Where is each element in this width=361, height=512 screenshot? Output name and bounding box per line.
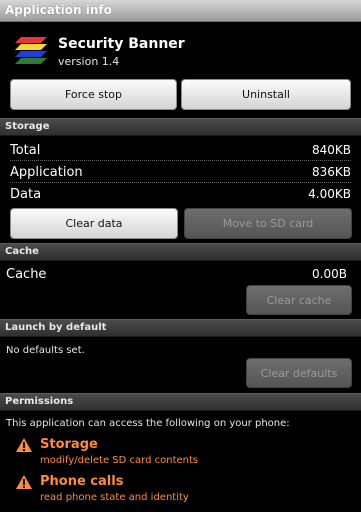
warning-icon [16, 475, 32, 489]
cache-value: 0.00B [312, 267, 347, 281]
cache-header-label: Cache [5, 246, 39, 257]
storage-row-data: Data 4.00KB [0, 185, 361, 207]
launch-default-header-label: Launch by default [5, 322, 107, 333]
app-name: Security Banner [58, 36, 185, 52]
launch-default-section-header: Launch by default [0, 319, 361, 337]
permissions-header-label: Permissions [5, 396, 74, 407]
force-stop-button[interactable]: Force stop [10, 79, 177, 110]
permission-phone-calls-desc: read phone state and identity [40, 492, 189, 503]
app-icon [15, 37, 47, 64]
storage-total-value: 840KB [311, 143, 351, 157]
no-defaults-text: No defaults set. [6, 345, 85, 356]
row-divider [10, 182, 351, 183]
move-to-sd-label: Move to SD card [222, 217, 314, 230]
storage-data-label: Data [10, 187, 42, 202]
clear-defaults-label: Clear defaults [260, 366, 338, 380]
storage-total-label: Total [10, 143, 41, 158]
force-stop-label: Force stop [64, 88, 122, 101]
storage-header-label: Storage [5, 121, 50, 132]
title-bar: Application info [0, 0, 361, 22]
storage-application-label: Application [10, 165, 83, 180]
warning-icon [16, 438, 32, 452]
storage-section-header: Storage [0, 118, 361, 136]
window-title: Application info [5, 3, 112, 17]
application-info-screen: Application info Security Banner version… [0, 0, 361, 512]
permission-storage-title: Storage [40, 437, 98, 452]
storage-row-total: Total 840KB [0, 141, 361, 163]
app-version: version 1.4 [58, 55, 120, 68]
clear-cache-label: Clear cache [266, 293, 332, 307]
clear-cache-button[interactable]: Clear cache [246, 285, 352, 315]
clear-data-label: Clear data [65, 217, 123, 230]
cache-section-header: Cache [0, 243, 361, 261]
permissions-intro: This application can access the followin… [6, 418, 290, 429]
uninstall-button[interactable]: Uninstall [181, 79, 351, 110]
permission-storage-desc: modify/delete SD card contents [40, 455, 199, 466]
cache-label: Cache [6, 267, 47, 282]
storage-row-application: Application 836KB [0, 163, 361, 185]
clear-data-button[interactable]: Clear data [10, 208, 178, 239]
move-to-sd-button[interactable]: Move to SD card [184, 208, 352, 239]
clear-defaults-button[interactable]: Clear defaults [246, 358, 352, 388]
row-divider [10, 160, 351, 161]
permission-phone-calls-title: Phone calls [40, 474, 124, 489]
storage-application-value: 836KB [311, 165, 351, 179]
storage-data-value: 4.00KB [308, 187, 351, 201]
uninstall-label: Uninstall [242, 88, 290, 101]
permissions-section-header: Permissions [0, 393, 361, 411]
cache-row: Cache 0.00B [0, 265, 357, 287]
